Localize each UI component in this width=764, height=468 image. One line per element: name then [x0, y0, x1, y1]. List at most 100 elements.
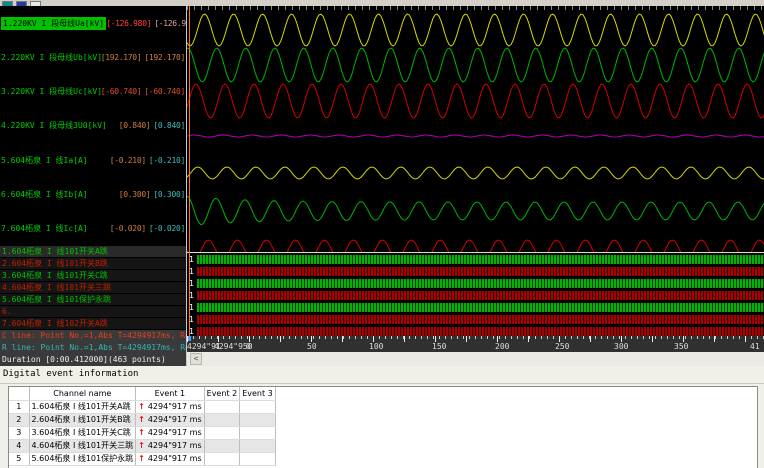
ruler-time-label: 150 [432, 342, 447, 351]
row-number-cell: 4 [9, 439, 30, 453]
analog-channel-row[interactable]: 2.220KV I 段母线Ub[kV] [192.170] [192.170] [0, 40, 186, 74]
event1-time: 4294"917 ms [147, 415, 202, 424]
analog-channel-row[interactable]: 4.220KV I 段母线3U0[kV] [0.840] [0.840] [0, 109, 186, 143]
analog-channel-label: 7.604柘泉 I 线Ic[A] [1, 224, 88, 234]
digital-channel-label[interactable]: 2.604柘泉 I 线101开关B跳 [0, 258, 186, 270]
r-cursor-value: [-0.210] [148, 155, 185, 165]
digital-channel-label[interactable]: 5.604柘泉 I 线101保护永跳 [0, 294, 186, 306]
event3-header: Event 3 [239, 387, 276, 401]
channel-name-cell: 2.604柘泉 I 线101开关B跳 [29, 413, 137, 427]
event2-header: Event 2 [204, 387, 241, 401]
duration-status: Duration [0:00.412000](463 points) [2, 355, 166, 364]
top-tick-strip [187, 6, 764, 10]
event1-cell: ↑ 4294"917 ms [135, 439, 205, 453]
analog-channel-label: 3.220KV I 段母线Uc[kV] [1, 87, 101, 97]
event1-header: Event 1 [135, 387, 205, 401]
c-line-status: C line: Point No.=1,Abs T=4294917ms, Rel… [2, 331, 186, 340]
event-table-row[interactable]: 4 4.604柘泉 I 线101开关三跳 ↑ 4294"917 ms [9, 439, 276, 453]
event-table-row[interactable]: 2 2.604柘泉 I 线101开关B跳 ↑ 4294"917 ms [9, 413, 276, 427]
channel-label-panel: 1.220KV I 段母线Ua[kV][-126.980][-126.980]2… [0, 6, 186, 366]
ruler-time-label: 50 [307, 342, 317, 351]
rising-edge-arrow-icon: ↑ [138, 454, 145, 463]
ruler-cursor-marker[interactable] [188, 336, 191, 341]
event3-cell [239, 426, 276, 440]
digital-channel-list: 1.604柘泉 I 线101开关A跳 2.604柘泉 I 线101开关B跳 3.60… [0, 246, 186, 330]
channel-name-cell: 5.604柘泉 I 线101保护永跳 [29, 452, 137, 466]
channel-name-cell: 3.604柘泉 I 线101开关C跳 [29, 426, 137, 440]
analog-channel-list: 1.220KV I 段母线Ua[kV][-126.980][-126.980]2… [0, 6, 186, 246]
horizontal-scrollbar[interactable]: < [187, 352, 764, 366]
r-cursor-value: [0.300] [153, 189, 185, 199]
event-table-row[interactable]: 3 3.604柘泉 I 线101开关C跳 ↑ 4294"917 ms [9, 426, 276, 440]
digital-bar-row: 1 [187, 289, 764, 301]
event1-cell: ↑ 4294"917 ms [135, 452, 205, 466]
c-cursor-value: [192.170] [100, 52, 142, 62]
r-cursor-value: [192.170] [144, 52, 185, 62]
event-table-header-row: Channel name Event 1 Event 2 Event 3 [9, 387, 276, 401]
waveform-trace [187, 239, 764, 252]
analog-channel-label: 2.220KV I 段母线Ub[kV] [1, 52, 101, 62]
analog-channel-label: 4.220KV I 段母线3U0[kV] [1, 121, 107, 131]
r-line-status: R line: Point No.=1,Abs T=4294917ms, Rel… [2, 343, 186, 352]
ruler-time-label: 250 [555, 342, 570, 351]
event-table-row[interactable]: 5 5.604柘泉 I 线101保护永跳 ↑ 4294"917 ms [9, 452, 276, 466]
digital-state-bar [197, 278, 764, 288]
event1-time: 4294"917 ms [147, 402, 202, 411]
ruler-time-label: 0 [246, 342, 251, 351]
measurement-cursor-line[interactable] [189, 6, 190, 336]
r-cursor-value: [0.840] [153, 121, 185, 131]
analog-channel-row[interactable]: 5.604柘泉 I 线Ia[A] [-0.210] [-0.210] [0, 143, 186, 177]
event1-time: 4294"917 ms [147, 428, 202, 437]
cursor-status-box: C line: Point No.=1,Abs T=4294917ms, Rel… [0, 330, 186, 366]
event1-time: 4294"917 ms [147, 454, 202, 463]
event1-cell: ↑ 4294"917 ms [135, 426, 205, 440]
time-ruler[interactable]: 4294"91 4294"950 0 50 100 150 200 250 300 350 41 [187, 336, 764, 352]
digital-status-bars: 1111111 [187, 252, 764, 336]
digital-state-bar [197, 302, 764, 312]
digital-channel-label[interactable]: 1.604柘泉 I 线101开关A跳 [0, 246, 186, 258]
digital-channel-label[interactable]: 3.604柘泉 I 线101开关C跳 [0, 270, 186, 282]
event2-cell [204, 400, 241, 414]
ruler-time-label: 200 [495, 342, 510, 351]
digital-channel-label[interactable]: 6. [0, 306, 186, 318]
r-cursor-value: [-0.020] [148, 224, 185, 234]
digital-bar-row: 1 [187, 313, 764, 325]
channel-name-cell: 1.604柘泉 I 线101开关A跳 [29, 400, 137, 414]
event-info-section: Digital event information Channel name E… [0, 366, 764, 468]
c-cursor-value: [0.300] [118, 189, 151, 199]
digital-state-bar [197, 326, 764, 336]
waveform-trace [187, 83, 764, 119]
analog-channel-row[interactable]: 3.220KV I 段母线Uc[kV] [-60.740] [-60.740] [0, 75, 186, 109]
row-number-cell: 2 [9, 413, 30, 427]
digital-state-bar [197, 254, 764, 264]
rising-edge-arrow-icon: ↑ [138, 415, 145, 424]
row-number-cell: 3 [9, 426, 30, 440]
digital-bar-row: 1 [187, 301, 764, 313]
digital-channel-label[interactable]: 4.604柘泉 I 线101开关三跳 [0, 282, 186, 294]
event-table-row[interactable]: 1 1.604柘泉 I 线101开关A跳 ↑ 4294"917 ms [9, 400, 276, 414]
analog-channel-label: 5.604柘泉 I 线Ia[A] [1, 155, 88, 165]
waveform-trace [187, 195, 764, 226]
c-cursor-value: [-126.980] [106, 18, 152, 28]
analog-channel-row[interactable]: 1.220KV I 段母线Ua[kV][-126.980][-126.980] [0, 6, 186, 40]
analog-channel-row[interactable]: 6.604柘泉 I 线Ib[A] [0.300] [0.300] [0, 177, 186, 211]
waveform-plot-area[interactable]: 1111111 4294"91 4294"950 0 50 100 150 200 250 30… [186, 6, 764, 366]
fault-recorder-window: 1.220KV I 段母线Ua[kV][-126.980][-126.980]2… [0, 0, 764, 468]
analog-channel-row[interactable]: 7.604柘泉 I 线Ic[A] [-0.020] [-0.020] [0, 212, 186, 246]
c-cursor-value: [-0.020] [109, 224, 146, 234]
digital-state-bar [197, 314, 764, 324]
waveform-trace [187, 47, 764, 83]
scroll-left-arrow-button[interactable]: < [190, 353, 202, 365]
rising-edge-arrow-icon: ↑ [138, 402, 145, 411]
rising-edge-arrow-icon: ↑ [138, 441, 145, 450]
event1-cell: ↑ 4294"917 ms [135, 413, 205, 427]
channel-name-cell: 4.604柘泉 I 线101开关三跳 [29, 439, 137, 453]
analog-channel-label: 1.220KV I 段母线Ua[kV] [1, 16, 107, 30]
row-number-header [9, 387, 30, 401]
row-number-cell: 5 [9, 452, 30, 466]
row-number-cell: 1 [9, 400, 30, 414]
digital-bar-row: 1 [187, 253, 764, 265]
ruler-time-label: 350 [674, 342, 689, 351]
digital-channel-label[interactable]: 7.604柘泉 I 线102开关A跳 [0, 318, 186, 330]
channel-name-header: Channel name [29, 387, 137, 401]
